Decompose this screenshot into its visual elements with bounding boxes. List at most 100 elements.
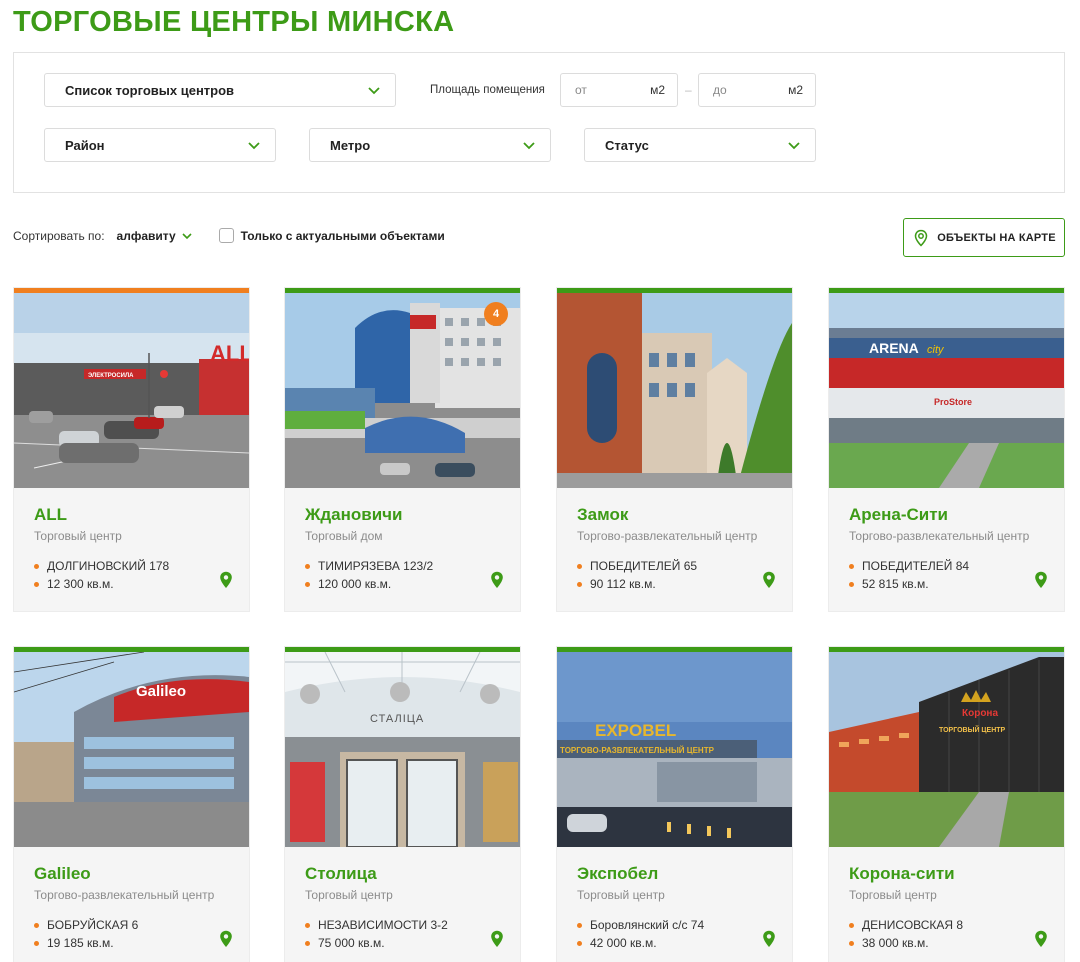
all-store-sign: ЭЛЕКТРОСИЛА: [88, 373, 134, 379]
bullet-icon: [849, 563, 854, 569]
mall-photo: [285, 293, 520, 488]
mall-address: БОБРУЙСКАЯ 6: [34, 918, 138, 932]
mall-name[interactable]: Замок: [577, 505, 628, 525]
location-pin-icon[interactable]: [219, 930, 233, 948]
mall-name[interactable]: Арена-Сити: [849, 505, 948, 525]
area-to-input[interactable]: [713, 83, 789, 97]
expobel-sign: EXPOBEL: [595, 721, 676, 740]
location-pin-icon[interactable]: [762, 571, 776, 589]
map-pin-icon: [914, 229, 928, 247]
mall-name[interactable]: Ждановичи: [305, 505, 402, 525]
mall-card-arena-city[interactable]: ARENA city ProStore Арена-Сити Торгово-р…: [828, 287, 1065, 612]
bullet-icon: [34, 563, 39, 569]
location-pin-icon[interactable]: [1034, 571, 1048, 589]
bullet-icon: [849, 940, 854, 946]
location-pin-icon[interactable]: [490, 571, 504, 589]
area-to-unit: м2: [788, 83, 803, 97]
mall-card-stolica[interactable]: СТАЛІЦА Столица Торговый центр НЕЗАВИСИМ…: [284, 646, 521, 962]
bullet-icon: [34, 581, 39, 587]
location-pin-icon[interactable]: [1034, 930, 1048, 948]
mall-name[interactable]: Экспобел: [577, 864, 658, 884]
mall-address: ПОБЕДИТЕЛЕЙ 65: [577, 559, 697, 573]
mall-area: 38 000 кв.м.: [849, 936, 929, 950]
page-title: ТОРГОВЫЕ ЦЕНТРЫ МИНСКА: [13, 6, 455, 38]
mall-list-select[interactable]: Список торговых центров: [44, 73, 396, 107]
bullet-icon: [305, 563, 310, 569]
location-pin-icon[interactable]: [762, 930, 776, 948]
korona-sign: Корона: [962, 708, 998, 719]
bullet-icon: [34, 940, 39, 946]
mall-type: Торговый дом: [305, 529, 383, 543]
mall-type: Торгово-развлекательный центр: [577, 529, 758, 543]
metro-select[interactable]: Метро: [309, 128, 551, 162]
sort-row: Сортировать по: алфавиту Только с актуал…: [13, 228, 445, 243]
arena-city-sign: city: [927, 344, 945, 356]
mall-photo: Galileo: [14, 652, 249, 847]
expobel-sub-sign: ТОРГОВО-РАЗВЛЕКАТЕЛЬНЫЙ ЦЕНТР: [560, 746, 715, 755]
mall-address: Боровлянский с/с 74: [577, 918, 704, 932]
area-from-field[interactable]: м2: [560, 73, 678, 107]
sort-label: Сортировать по:: [13, 228, 105, 243]
area-from-unit: м2: [650, 83, 665, 97]
mall-type: Торговый центр: [305, 888, 393, 902]
location-pin-icon[interactable]: [490, 930, 504, 948]
mall-card-all[interactable]: ALL ЭЛЕКТРОСИЛА ALL Торговый центр ДОЛГИ…: [13, 287, 250, 612]
mall-type: Торгово-развлекательный центр: [849, 529, 1030, 543]
mall-photo: ALL ЭЛЕКТРОСИЛА: [14, 293, 249, 488]
mall-card-galileo[interactable]: Galileo Galileo Торгово-развлекательный …: [13, 646, 250, 962]
mall-name[interactable]: Столица: [305, 864, 377, 884]
mall-card-zhdanovichi[interactable]: 4 Ждановичи Торговый дом ТИМИРЯЗЕВА 123/…: [284, 287, 521, 612]
arena-prostore-sign: ProStore: [934, 397, 972, 407]
mall-address: ДОЛГИНОВСКИЙ 178: [34, 559, 169, 573]
chevron-down-icon[interactable]: [181, 230, 193, 242]
bullet-icon: [305, 940, 310, 946]
mall-name[interactable]: Корона-сити: [849, 864, 955, 884]
mall-area: 90 112 кв.м.: [577, 577, 656, 591]
chevron-down-icon: [367, 83, 381, 97]
mall-area: 75 000 кв.м.: [305, 936, 385, 950]
status-select-label: Статус: [605, 137, 649, 153]
status-select[interactable]: Статус: [584, 128, 816, 162]
area-to-field[interactable]: м2: [698, 73, 816, 107]
mall-card-korona-city[interactable]: Корона ТОРГОВЫЙ ЦЕНТР Корона-сити Торгов…: [828, 646, 1065, 962]
bullet-icon: [305, 922, 310, 928]
map-objects-label: ОБЪЕКТЫ НА КАРТЕ: [937, 231, 1056, 244]
district-select-label: Район: [65, 137, 105, 153]
mall-area: 52 815 кв.м.: [849, 577, 929, 591]
map-objects-button[interactable]: ОБЪЕКТЫ НА КАРТЕ: [903, 218, 1065, 257]
bullet-icon: [577, 563, 582, 569]
sort-dropdown[interactable]: алфавиту: [117, 229, 176, 243]
mall-photo: СТАЛІЦА: [285, 652, 520, 847]
arena-sign: ARENA: [869, 340, 919, 356]
bullet-icon: [849, 581, 854, 587]
bullet-icon: [577, 940, 582, 946]
bullet-icon: [577, 581, 582, 587]
bullet-icon: [34, 922, 39, 928]
only-actual-checkbox[interactable]: [218, 228, 234, 243]
mall-card-expobel[interactable]: EXPOBEL ТОРГОВО-РАЗВЛЕКАТЕЛЬНЫЙ ЦЕНТР Эк…: [556, 646, 793, 962]
mall-name[interactable]: ALL: [34, 505, 67, 525]
bullet-icon: [577, 922, 582, 928]
mall-area: 12 300 кв.м.: [34, 577, 114, 591]
area-label: Площадь помещения: [430, 84, 545, 96]
only-actual-label: Только с актуальными объектами: [240, 228, 445, 243]
mall-address: ПОБЕДИТЕЛЕЙ 84: [849, 559, 969, 573]
chevron-down-icon: [787, 138, 801, 152]
stolica-sign: СТАЛІЦА: [370, 713, 424, 725]
district-select[interactable]: Район: [44, 128, 276, 162]
area-from-input[interactable]: [575, 83, 651, 97]
objects-count-badge: 4: [484, 302, 508, 326]
mall-type: Торговый центр: [577, 888, 665, 902]
bullet-icon: [305, 581, 310, 587]
mall-photo: EXPOBEL ТОРГОВО-РАЗВЛЕКАТЕЛЬНЫЙ ЦЕНТР: [557, 652, 792, 847]
mall-address: НЕЗАВИСИМОСТИ 3-2: [305, 918, 448, 932]
filter-panel: Список торговых центров Площадь помещени…: [13, 52, 1065, 193]
mall-name[interactable]: Galileo: [34, 864, 91, 884]
metro-select-label: Метро: [330, 137, 371, 153]
mall-type: Торгово-развлекательный центр: [34, 888, 215, 902]
mall-area: 42 000 кв.м.: [577, 936, 657, 950]
only-actual-toggle[interactable]: Только с актуальными объектами: [218, 228, 445, 243]
mall-card-zamok[interactable]: Замок Торгово-развлекательный центр ПОБЕ…: [556, 287, 793, 612]
location-pin-icon[interactable]: [219, 571, 233, 589]
all-big-sign: ALL: [210, 341, 249, 366]
